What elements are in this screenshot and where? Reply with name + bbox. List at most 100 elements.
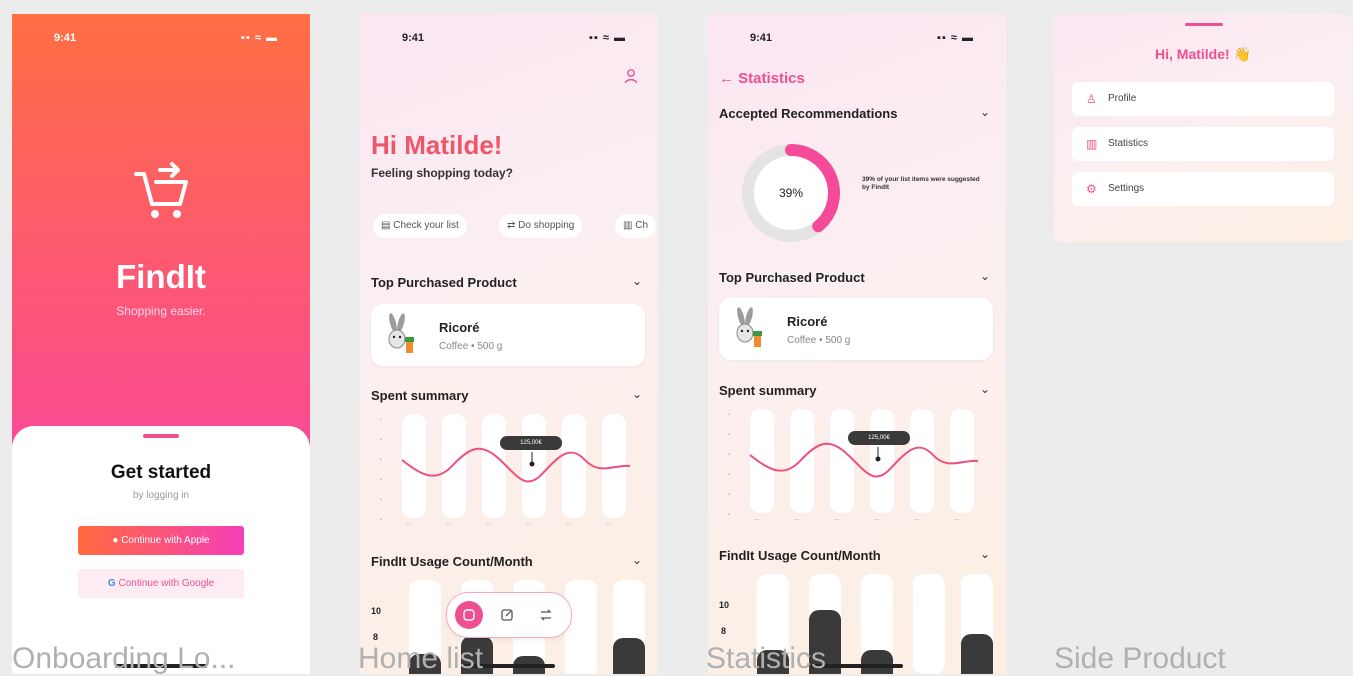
status-bar: 9:41 ▪▪ ≈ ▬ bbox=[360, 32, 658, 46]
section-usage: FindIt Usage Count/Month bbox=[371, 554, 533, 569]
top-product-card[interactable]: Ricoré Coffee • 500 g bbox=[371, 304, 645, 366]
chevron-down-icon[interactable]: ⌄ bbox=[980, 269, 990, 283]
chevron-down-icon[interactable]: ⌄ bbox=[980, 105, 990, 119]
chart-icon: ▥ bbox=[1086, 137, 1098, 151]
x-tick: — bbox=[834, 517, 839, 523]
status-bar: 9:41 ▪▪ ≈ ▬ bbox=[708, 32, 1006, 46]
product-image bbox=[388, 313, 414, 353]
chevron-down-icon[interactable]: ⌄ bbox=[980, 547, 990, 561]
list-icon: ▤ bbox=[381, 220, 391, 231]
gear-icon: ⚙ bbox=[1086, 182, 1097, 196]
status-time: 9:41 bbox=[54, 32, 77, 44]
spent-tooltip: 125,00€ bbox=[500, 436, 562, 450]
shopping-icon[interactable] bbox=[539, 608, 553, 622]
section-spent-summary: Spent summary bbox=[719, 383, 817, 398]
product-subtitle: Coffee • 500 g bbox=[439, 341, 503, 352]
status-time: 9:41 bbox=[750, 32, 773, 44]
status-time: 9:41 bbox=[402, 32, 425, 44]
chip-check-list[interactable]: ▤ Check your list bbox=[373, 214, 467, 238]
chevron-down-icon[interactable]: ⌄ bbox=[632, 387, 642, 401]
screen-caption: Onboarding Lo... bbox=[12, 642, 236, 675]
shopping-cart-icon bbox=[134, 162, 188, 218]
tagline: Shopping easier. bbox=[116, 304, 206, 318]
greeting: Hi Matilde! bbox=[371, 130, 503, 160]
menu-item-label: Statistics bbox=[1108, 138, 1149, 149]
menu-item-label: Profile bbox=[1108, 93, 1137, 104]
x-tick: — bbox=[486, 522, 491, 528]
y-tick: 8 bbox=[373, 632, 379, 642]
product-name: Ricoré bbox=[439, 320, 480, 335]
section-spent-summary: Spent summary bbox=[371, 388, 469, 403]
donut-caption: 39% of your list items were suggested by… bbox=[862, 176, 980, 191]
spent-chart: • • • • • • 125,00€ — — — — — — bbox=[380, 414, 640, 534]
status-icons: ▪▪ ≈ ▬ bbox=[589, 32, 626, 44]
x-tick: — bbox=[526, 522, 531, 528]
google-icon: G bbox=[107, 578, 116, 589]
usage-bar bbox=[861, 650, 893, 674]
status-bar: 9:41 ▪▪ ≈ ▬ bbox=[12, 32, 310, 46]
chart-icon: ▥ bbox=[623, 220, 633, 231]
menu-greeting: Hi, Matilde! 👋 bbox=[1155, 46, 1251, 62]
screen-caption: Statistics bbox=[706, 642, 827, 675]
sheet-handle bbox=[143, 434, 179, 438]
x-tick: — bbox=[606, 522, 611, 528]
sheet-handle bbox=[1185, 23, 1223, 26]
x-tick: — bbox=[406, 522, 411, 528]
home-screen: 9:41 ▪▪ ≈ ▬ Hi Matilde! Feeling shopping… bbox=[360, 14, 658, 674]
x-tick: — bbox=[754, 517, 759, 523]
spent-line bbox=[749, 442, 979, 478]
apple-icon: ● bbox=[112, 535, 119, 546]
usage-bar bbox=[613, 638, 645, 674]
menu-item-statistics[interactable]: ▥ Statistics bbox=[1072, 127, 1334, 161]
bottom-tab-bar bbox=[446, 592, 572, 638]
chevron-down-icon[interactable]: ⌄ bbox=[632, 553, 642, 567]
y-tick: 10 bbox=[719, 600, 730, 610]
x-tick: — bbox=[914, 517, 919, 523]
x-tick: — bbox=[874, 517, 879, 523]
x-tick: — bbox=[566, 522, 571, 528]
apple-button-label: Continue with Apple bbox=[121, 535, 210, 546]
product-image bbox=[736, 307, 762, 347]
section-usage: FindIt Usage Count/Month bbox=[719, 548, 881, 563]
y-tick: 10 bbox=[371, 606, 382, 616]
sheet-title: Get started bbox=[110, 462, 212, 483]
x-tick: — bbox=[794, 517, 799, 523]
subgreeting: Feeling shopping today? bbox=[371, 166, 513, 180]
menu-item-settings[interactable]: ⚙ Settings bbox=[1072, 172, 1334, 206]
product-subtitle: Coffee • 500 g bbox=[787, 335, 851, 346]
donut-value: 39% bbox=[779, 186, 803, 200]
section-top-purchased: Top Purchased Product bbox=[719, 270, 865, 285]
screen-caption: Side Product bbox=[1054, 642, 1226, 675]
chart-column bbox=[913, 574, 945, 674]
spent-tooltip: 125,00€ bbox=[848, 431, 910, 445]
section-accepted: Accepted Recommendations bbox=[719, 106, 898, 121]
home-icon bbox=[463, 609, 475, 621]
chevron-down-icon[interactable]: ⌄ bbox=[980, 382, 990, 396]
back-title[interactable]: ← Statistics bbox=[719, 70, 805, 87]
google-button-label: Continue with Google bbox=[118, 578, 215, 589]
continue-google-button[interactable]: G Continue with Google bbox=[78, 569, 244, 598]
continue-apple-button[interactable]: ● Continue with Apple bbox=[78, 526, 244, 555]
spent-chart: • • • • • • 125,00€ — — — — — — bbox=[728, 409, 988, 529]
chip-charts[interactable]: ▥ Ch bbox=[615, 214, 657, 238]
x-tick: — bbox=[446, 522, 451, 528]
user-icon[interactable] bbox=[623, 68, 639, 84]
onboarding-screen: 9:41 ▪▪ ≈ ▬ FindIt Shopping easier. Get … bbox=[12, 14, 310, 674]
login-sheet: Get started by logging in ● Continue wit… bbox=[12, 426, 310, 674]
spent-line bbox=[401, 447, 631, 483]
chevron-down-icon[interactable]: ⌄ bbox=[632, 274, 642, 288]
accepted-donut: 39% bbox=[742, 144, 840, 242]
chip-do-shopping[interactable]: ⇄ Do shopping bbox=[499, 214, 583, 238]
menu-item-profile[interactable]: ♙ Profile bbox=[1072, 82, 1334, 116]
status-icons: ▪▪ ≈ ▬ bbox=[241, 32, 278, 44]
y-tick: 8 bbox=[721, 626, 727, 636]
status-icons: ▪▪ ≈ ▬ bbox=[937, 32, 974, 44]
screen-caption: Home list bbox=[358, 642, 484, 675]
chart-column bbox=[565, 580, 597, 674]
edit-list-icon[interactable] bbox=[500, 608, 514, 622]
top-product-card[interactable]: Ricoré Coffee • 500 g bbox=[719, 298, 993, 360]
menu-item-label: Settings bbox=[1108, 183, 1145, 194]
user-icon: ♙ bbox=[1086, 92, 1097, 106]
product-name: Ricoré bbox=[787, 314, 828, 329]
shopping-icon: ⇄ bbox=[507, 220, 516, 231]
